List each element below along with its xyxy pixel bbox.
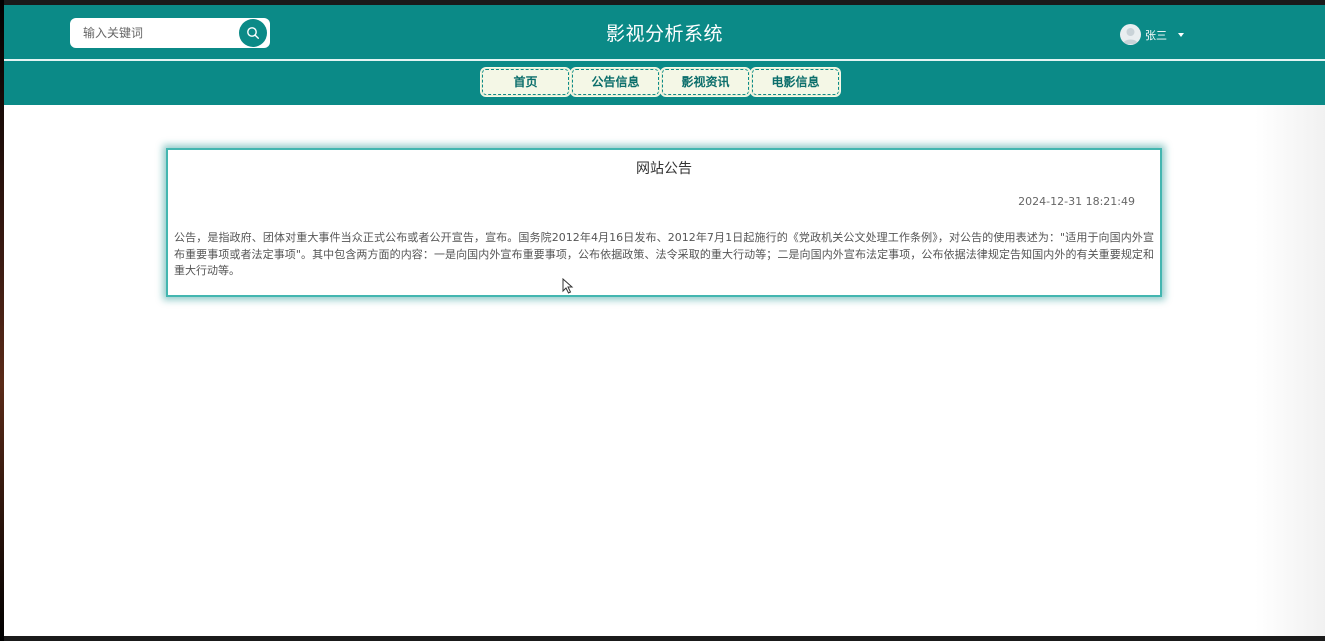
avatar <box>1120 24 1141 45</box>
mouse-pointer-icon <box>562 278 574 294</box>
nav-item-film-news[interactable]: 影视资讯 <box>661 68 750 96</box>
nav-item-home[interactable]: 首页 <box>481 68 570 96</box>
user-menu[interactable]: 张三 <box>1120 24 1190 46</box>
page-edge-shadow <box>1255 105 1325 636</box>
nav-item-movies[interactable]: 电影信息 <box>751 68 840 96</box>
nav-bar: 首页 公告信息 影视资讯 电影信息 <box>4 61 1325 105</box>
notice-title: 网站公告 <box>636 161 692 177</box>
notice-card: 网站公告 2024-12-31 18:21:49 公告，是指政府、团体对重大事件… <box>166 148 1162 297</box>
nav-item-notices[interactable]: 公告信息 <box>571 68 660 96</box>
username: 张三 <box>1145 29 1167 42</box>
nav-list: 首页 公告信息 影视资讯 电影信息 <box>481 68 840 96</box>
browser-page: 影视分析系统 张三 首页 公告信息 影视资讯 电影信息 网站公告 2024-12… <box>4 5 1325 636</box>
user-avatar-icon <box>1123 28 1138 44</box>
caret-down-icon <box>1178 33 1184 37</box>
header-bar: 影视分析系统 张三 <box>4 5 1325 61</box>
notice-content: 公告，是指政府、团体对重大事件当众正式公布或者公开宣告，宣布。国务院2012年4… <box>174 231 1154 277</box>
notice-time: 2024-12-31 18:21:49 <box>1018 195 1135 208</box>
